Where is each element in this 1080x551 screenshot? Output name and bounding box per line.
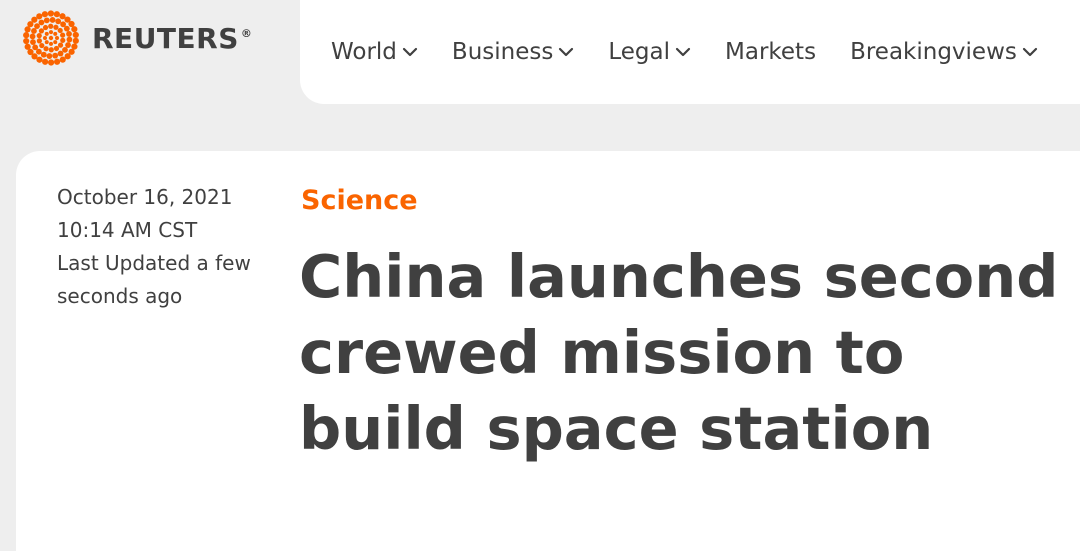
headline-line-1: China launches second <box>299 242 1059 311</box>
last-updated-line-1: Last Updated a few <box>57 251 251 275</box>
nav-item-legal[interactable]: Legal <box>608 39 691 65</box>
publish-date: October 16, 2021 <box>57 185 233 209</box>
reuters-logo[interactable]: REUTERS ® <box>16 8 252 68</box>
reuters-wordmark: REUTERS ® <box>92 21 253 55</box>
publish-time: 10:14 AM CST <box>57 218 198 242</box>
section-link-science[interactable]: Science <box>301 185 418 216</box>
main-nav: World Business Legal Markets Breakingvie… <box>300 0 1080 104</box>
article-card: October 16, 2021 10:14 AM CST Last Updat… <box>16 151 1080 551</box>
nav-item-markets[interactable]: Markets <box>725 39 816 65</box>
article-meta: October 16, 2021 10:14 AM CST Last Updat… <box>57 181 257 313</box>
headline-line-2: crewed mission to <box>299 318 905 387</box>
last-updated-line-2: seconds ago <box>57 284 183 308</box>
reuters-dot-logo-icon <box>23 10 79 66</box>
chevron-down-icon <box>402 47 418 57</box>
chevron-down-icon <box>559 47 574 57</box>
nav-item-business[interactable]: Business <box>452 39 574 65</box>
chevron-down-icon <box>1022 47 1037 57</box>
nav-item-breakingviews[interactable]: Breakingviews <box>850 39 1038 65</box>
headline-line-3: build space station <box>299 394 934 463</box>
article-headline: China launches second crewed mission to … <box>299 239 1059 467</box>
chevron-down-icon <box>675 47 691 57</box>
nav-item-world[interactable]: World <box>331 39 418 65</box>
